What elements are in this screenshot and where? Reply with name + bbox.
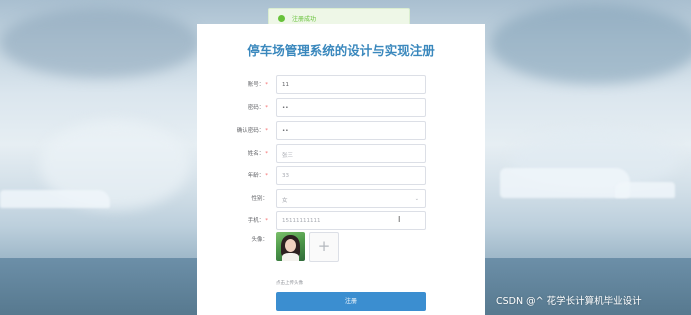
phone-input[interactable]: 15111111111	[276, 211, 426, 230]
register-panel: 停车场管理系统的设计与实现注册 账号：* 11 密码：* •• 确认密码：* •…	[197, 24, 485, 315]
chevron-down-icon: ⌄	[414, 196, 419, 202]
form-row-gender: 性别： 女 ⌄	[197, 189, 485, 208]
password-input[interactable]: ••	[276, 98, 426, 117]
avatar-face	[285, 239, 296, 252]
age-label: 年龄：*	[247, 173, 268, 179]
account-label: 账号：*	[247, 82, 268, 88]
age-input[interactable]: 33	[276, 166, 426, 185]
confirm-password-input[interactable]: ••	[276, 121, 426, 140]
password-label: 密码：*	[247, 105, 268, 111]
background-cloud	[490, 4, 691, 84]
avatar-shirt	[282, 253, 299, 261]
upload-tip: 点击上传头像	[276, 281, 303, 286]
success-check-icon	[278, 14, 285, 22]
background-iceberg	[615, 182, 675, 198]
avatar-label: 头像：	[251, 237, 268, 243]
account-input[interactable]: 11	[276, 75, 426, 94]
form-row-age: 年龄：* 33	[197, 166, 485, 185]
form-row-confirm-password: 确认密码：* ••	[197, 121, 485, 140]
form-row-password: 密码：* ••	[197, 98, 485, 117]
background-iceberg	[500, 168, 630, 198]
gender-select[interactable]: 女 ⌄	[276, 189, 426, 208]
register-button[interactable]: 注册	[276, 292, 426, 311]
background-cloud	[0, 8, 200, 78]
confirm-password-label: 确认密码：*	[236, 128, 268, 134]
gender-select-value: 女	[282, 198, 288, 204]
name-input[interactable]: 张三	[276, 144, 426, 163]
form-row-account: 账号：* 11	[197, 75, 485, 94]
name-label: 姓名：*	[247, 151, 268, 157]
form-row-phone: 手机：* 15111111111 I	[197, 211, 485, 230]
plus-icon: +	[317, 237, 331, 255]
gender-label: 性别：	[251, 196, 268, 202]
page-title: 停车场管理系统的设计与实现注册	[247, 43, 435, 58]
phone-label: 手机：*	[247, 218, 268, 224]
form-row-name: 姓名：* 张三	[197, 144, 485, 163]
avatar-preview[interactable]	[276, 232, 305, 261]
background-iceberg	[0, 190, 110, 208]
text-cursor-icon: I	[398, 215, 401, 224]
toast-message: 注册成功	[292, 15, 317, 23]
watermark: CSDN @^ 花学长计算机毕业设计	[496, 296, 642, 307]
upload-avatar-button[interactable]: +	[309, 232, 339, 262]
